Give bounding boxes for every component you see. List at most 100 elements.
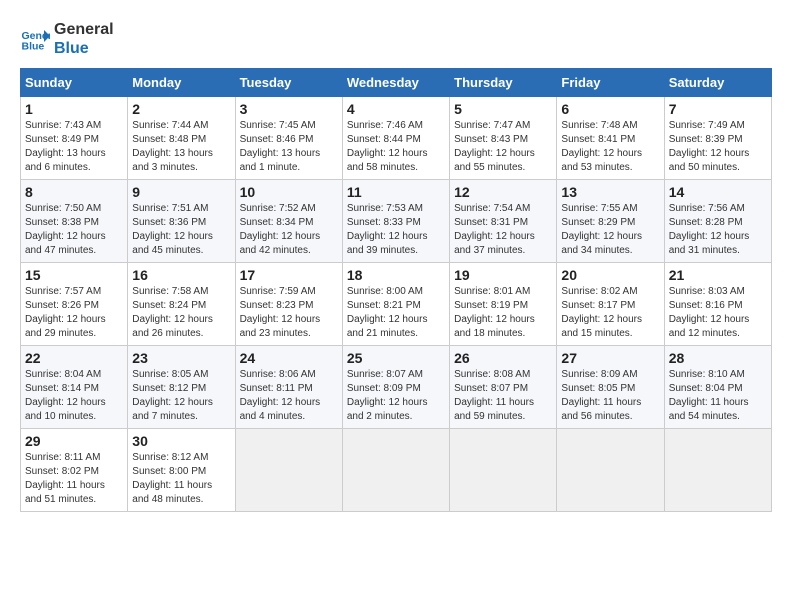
day-number: 7: [669, 101, 767, 117]
day-number: 19: [454, 267, 552, 283]
day-info: Sunrise: 7:44 AM Sunset: 8:48 PM Dayligh…: [132, 119, 230, 175]
day-info: Sunrise: 8:02 AM Sunset: 8:17 PM Dayligh…: [561, 285, 659, 341]
calendar-cell: 8 Sunrise: 7:50 AM Sunset: 8:38 PM Dayli…: [21, 180, 128, 263]
day-info: Sunrise: 8:08 AM Sunset: 8:07 PM Dayligh…: [454, 368, 552, 424]
day-number: 10: [240, 184, 338, 200]
day-info: Sunrise: 7:46 AM Sunset: 8:44 PM Dayligh…: [347, 119, 445, 175]
day-info: Sunrise: 7:43 AM Sunset: 8:49 PM Dayligh…: [25, 119, 123, 175]
day-info: Sunrise: 7:56 AM Sunset: 8:28 PM Dayligh…: [669, 202, 767, 258]
day-info: Sunrise: 8:07 AM Sunset: 8:09 PM Dayligh…: [347, 368, 445, 424]
calendar-cell: 29 Sunrise: 8:11 AM Sunset: 8:02 PM Dayl…: [21, 429, 128, 512]
day-number: 27: [561, 350, 659, 366]
calendar-cell: 19 Sunrise: 8:01 AM Sunset: 8:19 PM Dayl…: [450, 263, 557, 346]
calendar-cell: 27 Sunrise: 8:09 AM Sunset: 8:05 PM Dayl…: [557, 346, 664, 429]
day-number: 4: [347, 101, 445, 117]
day-info: Sunrise: 7:45 AM Sunset: 8:46 PM Dayligh…: [240, 119, 338, 175]
column-header-sunday: Sunday: [21, 69, 128, 97]
calendar-cell: 9 Sunrise: 7:51 AM Sunset: 8:36 PM Dayli…: [128, 180, 235, 263]
calendar-cell: 10 Sunrise: 7:52 AM Sunset: 8:34 PM Dayl…: [235, 180, 342, 263]
day-number: 17: [240, 267, 338, 283]
svg-text:Blue: Blue: [22, 41, 45, 53]
day-number: 8: [25, 184, 123, 200]
day-number: 15: [25, 267, 123, 283]
day-info: Sunrise: 8:05 AM Sunset: 8:12 PM Dayligh…: [132, 368, 230, 424]
day-number: 30: [132, 433, 230, 449]
calendar-cell: [342, 429, 449, 512]
page-header: General Blue General Blue: [20, 20, 772, 58]
calendar-cell: 2 Sunrise: 7:44 AM Sunset: 8:48 PM Dayli…: [128, 97, 235, 180]
calendar-cell: 3 Sunrise: 7:45 AM Sunset: 8:46 PM Dayli…: [235, 97, 342, 180]
day-info: Sunrise: 7:57 AM Sunset: 8:26 PM Dayligh…: [25, 285, 123, 341]
day-number: 21: [669, 267, 767, 283]
column-header-friday: Friday: [557, 69, 664, 97]
calendar-cell: 17 Sunrise: 7:59 AM Sunset: 8:23 PM Dayl…: [235, 263, 342, 346]
calendar-cell: [235, 429, 342, 512]
calendar-cell: 15 Sunrise: 7:57 AM Sunset: 8:26 PM Dayl…: [21, 263, 128, 346]
day-number: 23: [132, 350, 230, 366]
calendar-cell: 23 Sunrise: 8:05 AM Sunset: 8:12 PM Dayl…: [128, 346, 235, 429]
calendar-cell: 22 Sunrise: 8:04 AM Sunset: 8:14 PM Dayl…: [21, 346, 128, 429]
day-number: 24: [240, 350, 338, 366]
calendar-cell: 25 Sunrise: 8:07 AM Sunset: 8:09 PM Dayl…: [342, 346, 449, 429]
day-info: Sunrise: 8:12 AM Sunset: 8:00 PM Dayligh…: [132, 451, 230, 507]
logo-text-general: General: [54, 20, 114, 39]
calendar-cell: 21 Sunrise: 8:03 AM Sunset: 8:16 PM Dayl…: [664, 263, 771, 346]
day-number: 20: [561, 267, 659, 283]
calendar-cell: [664, 429, 771, 512]
day-info: Sunrise: 7:51 AM Sunset: 8:36 PM Dayligh…: [132, 202, 230, 258]
day-number: 6: [561, 101, 659, 117]
day-info: Sunrise: 7:55 AM Sunset: 8:29 PM Dayligh…: [561, 202, 659, 258]
day-number: 14: [669, 184, 767, 200]
day-info: Sunrise: 8:04 AM Sunset: 8:14 PM Dayligh…: [25, 368, 123, 424]
day-number: 2: [132, 101, 230, 117]
day-number: 11: [347, 184, 445, 200]
day-number: 1: [25, 101, 123, 117]
day-number: 28: [669, 350, 767, 366]
column-header-tuesday: Tuesday: [235, 69, 342, 97]
calendar-cell: 26 Sunrise: 8:08 AM Sunset: 8:07 PM Dayl…: [450, 346, 557, 429]
column-header-monday: Monday: [128, 69, 235, 97]
calendar-cell: 18 Sunrise: 8:00 AM Sunset: 8:21 PM Dayl…: [342, 263, 449, 346]
day-number: 18: [347, 267, 445, 283]
day-info: Sunrise: 7:53 AM Sunset: 8:33 PM Dayligh…: [347, 202, 445, 258]
calendar-cell: 6 Sunrise: 7:48 AM Sunset: 8:41 PM Dayli…: [557, 97, 664, 180]
day-info: Sunrise: 8:06 AM Sunset: 8:11 PM Dayligh…: [240, 368, 338, 424]
calendar-cell: 11 Sunrise: 7:53 AM Sunset: 8:33 PM Dayl…: [342, 180, 449, 263]
day-number: 29: [25, 433, 123, 449]
day-number: 22: [25, 350, 123, 366]
column-header-saturday: Saturday: [664, 69, 771, 97]
calendar-cell: 20 Sunrise: 8:02 AM Sunset: 8:17 PM Dayl…: [557, 263, 664, 346]
calendar-cell: 1 Sunrise: 7:43 AM Sunset: 8:49 PM Dayli…: [21, 97, 128, 180]
logo-icon: General Blue: [20, 24, 50, 54]
calendar-cell: 5 Sunrise: 7:47 AM Sunset: 8:43 PM Dayli…: [450, 97, 557, 180]
calendar-cell: [450, 429, 557, 512]
day-info: Sunrise: 8:10 AM Sunset: 8:04 PM Dayligh…: [669, 368, 767, 424]
day-info: Sunrise: 7:59 AM Sunset: 8:23 PM Dayligh…: [240, 285, 338, 341]
column-header-thursday: Thursday: [450, 69, 557, 97]
day-info: Sunrise: 8:01 AM Sunset: 8:19 PM Dayligh…: [454, 285, 552, 341]
calendar-cell: 12 Sunrise: 7:54 AM Sunset: 8:31 PM Dayl…: [450, 180, 557, 263]
calendar-cell: 13 Sunrise: 7:55 AM Sunset: 8:29 PM Dayl…: [557, 180, 664, 263]
calendar-table: SundayMondayTuesdayWednesdayThursdayFrid…: [20, 68, 772, 512]
column-header-wednesday: Wednesday: [342, 69, 449, 97]
day-info: Sunrise: 7:58 AM Sunset: 8:24 PM Dayligh…: [132, 285, 230, 341]
day-info: Sunrise: 8:03 AM Sunset: 8:16 PM Dayligh…: [669, 285, 767, 341]
day-number: 26: [454, 350, 552, 366]
day-info: Sunrise: 7:50 AM Sunset: 8:38 PM Dayligh…: [25, 202, 123, 258]
day-info: Sunrise: 8:00 AM Sunset: 8:21 PM Dayligh…: [347, 285, 445, 341]
day-number: 13: [561, 184, 659, 200]
calendar-cell: 30 Sunrise: 8:12 AM Sunset: 8:00 PM Dayl…: [128, 429, 235, 512]
calendar-cell: 7 Sunrise: 7:49 AM Sunset: 8:39 PM Dayli…: [664, 97, 771, 180]
logo: General Blue General Blue: [20, 20, 114, 58]
calendar-cell: 16 Sunrise: 7:58 AM Sunset: 8:24 PM Dayl…: [128, 263, 235, 346]
day-number: 12: [454, 184, 552, 200]
day-info: Sunrise: 8:11 AM Sunset: 8:02 PM Dayligh…: [25, 451, 123, 507]
day-info: Sunrise: 8:09 AM Sunset: 8:05 PM Dayligh…: [561, 368, 659, 424]
calendar-cell: 4 Sunrise: 7:46 AM Sunset: 8:44 PM Dayli…: [342, 97, 449, 180]
day-info: Sunrise: 7:49 AM Sunset: 8:39 PM Dayligh…: [669, 119, 767, 175]
calendar-cell: 28 Sunrise: 8:10 AM Sunset: 8:04 PM Dayl…: [664, 346, 771, 429]
day-number: 16: [132, 267, 230, 283]
day-number: 9: [132, 184, 230, 200]
day-number: 3: [240, 101, 338, 117]
calendar-cell: 24 Sunrise: 8:06 AM Sunset: 8:11 PM Dayl…: [235, 346, 342, 429]
